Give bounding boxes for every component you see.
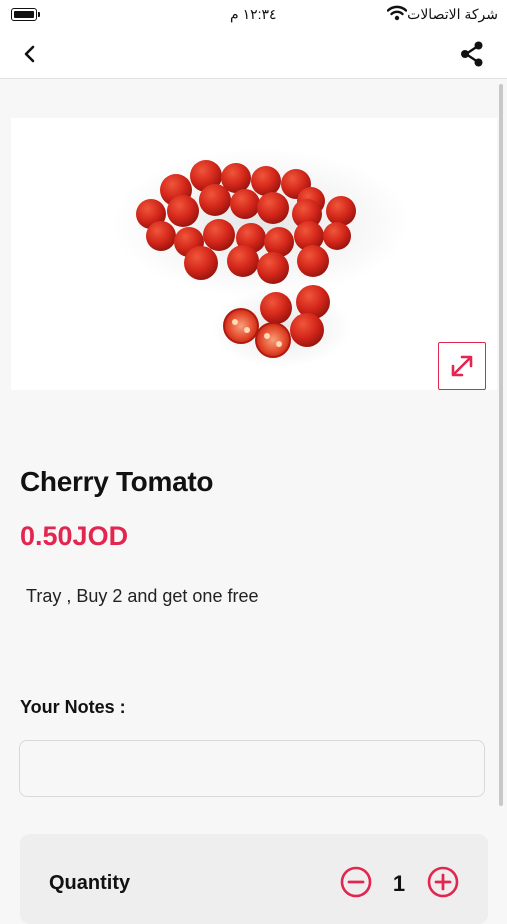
share-button[interactable]	[457, 39, 487, 69]
plus-circle-icon	[427, 866, 459, 898]
product-image[interactable]	[11, 118, 497, 390]
share-icon	[461, 41, 483, 67]
minus-circle-icon	[340, 866, 372, 898]
status-carrier: شركة الاتصالات	[407, 6, 498, 22]
quantity-label: Quantity	[49, 872, 131, 894]
product-price: 0.50JOD	[20, 521, 129, 551]
quantity-value: 1	[392, 871, 406, 896]
status-bar: ١٢:٣٤ م شركة الاتصالات	[0, 0, 507, 30]
quantity-card: Quantity 1	[20, 834, 488, 924]
nav-bar	[0, 30, 507, 79]
wifi-icon	[387, 5, 407, 21]
back-button[interactable]	[16, 40, 44, 68]
product-title: Cherry Tomato	[20, 466, 214, 497]
battery-icon	[11, 8, 40, 21]
decrease-quantity-button[interactable]	[340, 866, 372, 898]
product-image-container	[11, 118, 497, 390]
notes-input[interactable]	[19, 740, 485, 797]
notes-label: Your Notes :	[20, 697, 126, 717]
expand-image-button[interactable]	[438, 342, 486, 390]
scrollbar[interactable]	[499, 84, 503, 806]
expand-arrows-icon	[451, 355, 473, 377]
product-description: Tray , Buy 2 and get one free	[26, 586, 259, 606]
increase-quantity-button[interactable]	[427, 866, 459, 898]
chevron-left-icon	[24, 45, 35, 63]
status-time: ١٢:٣٤ م	[230, 6, 277, 22]
